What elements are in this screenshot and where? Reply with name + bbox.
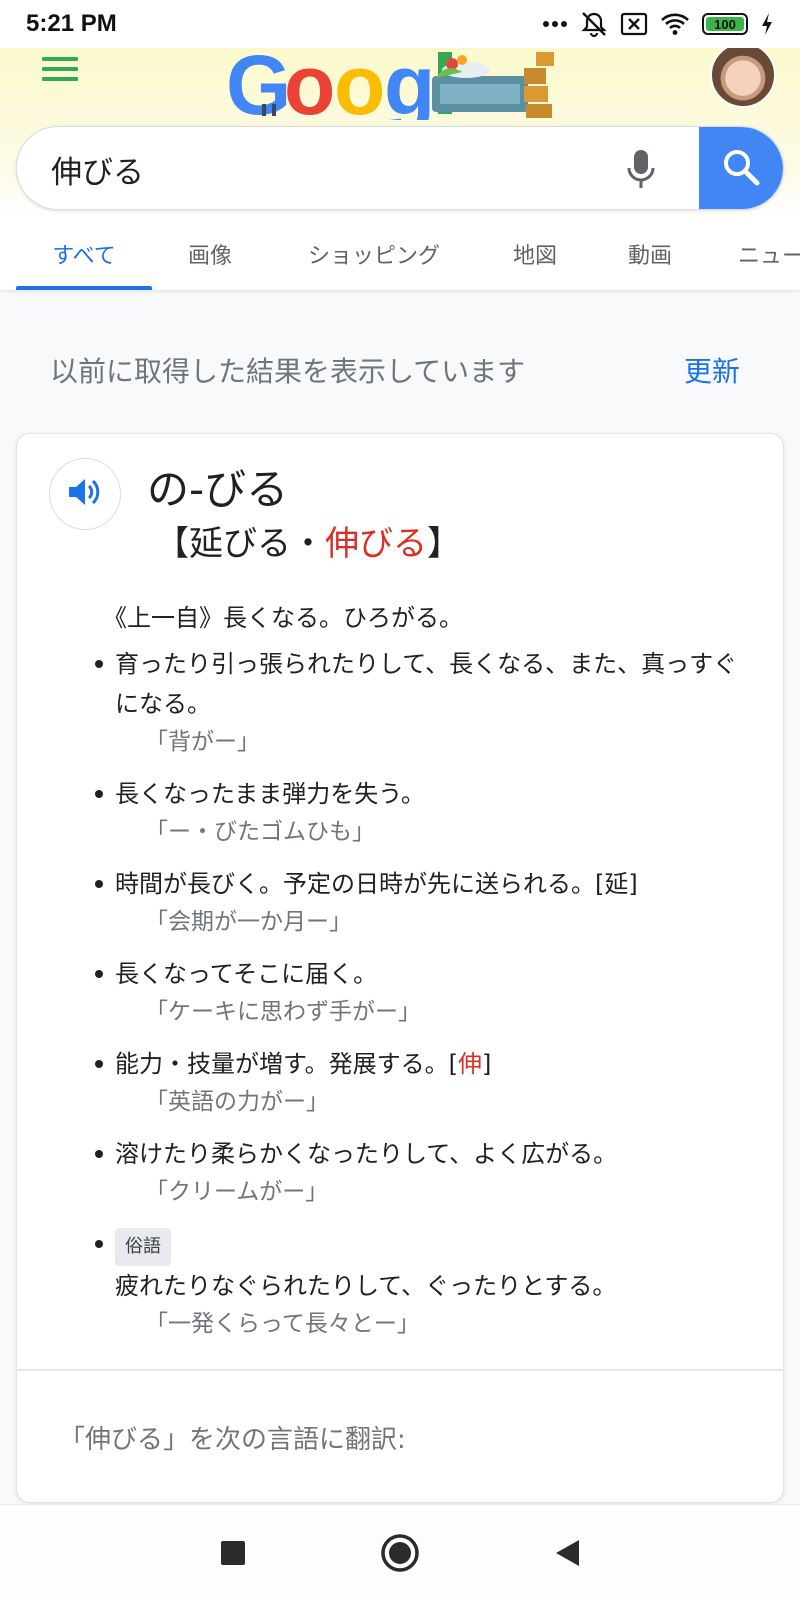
bell-off-icon [580, 10, 608, 38]
back-triangle-icon[interactable] [537, 1523, 597, 1583]
tab-images[interactable]: 画像 [160, 218, 260, 290]
svg-text:o: o [334, 48, 385, 120]
battery-level: 100 [706, 17, 744, 32]
part-of-speech: 《上一自》長くなる。ひろがる。 [103, 604, 463, 632]
hamburger-menu-icon[interactable] [40, 54, 80, 84]
avatar[interactable] [710, 42, 776, 108]
slang-badge: 俗語 [115, 1228, 171, 1266]
notice-text: 以前に取得した結果を表示しています [50, 355, 526, 388]
ref-bracket-open: [ [448, 1050, 458, 1078]
definition-example: 「一発くらって長々とー」 [145, 1311, 420, 1337]
kanji-variant-1: 延びる [189, 524, 291, 564]
definition-item: 時間が長びく。予定の日時が先に送られる。[延] 「会期が一か月ー」 [93, 864, 753, 940]
dictionary-card: の-びる 【延びる・伸びる】 《上一自》長くなる。ひろがる。 育ったり引っ張られ… [16, 433, 784, 1503]
tab-all[interactable]: すべて [16, 218, 152, 290]
definition-item: 俗語 疲れたりなぐられたりして、ぐったりとする。 「一発くらって長々とー」 [93, 1224, 753, 1342]
kanji-variants: 【延びる・伸びる】 [155, 516, 461, 565]
kanji-reference: 伸 [457, 1050, 482, 1078]
cached-results-notice: 以前に取得した結果を表示しています 更新 [50, 340, 740, 400]
tab-news[interactable]: ニュース [738, 218, 800, 290]
navigation-bar [0, 1504, 800, 1600]
mic-icon[interactable] [617, 145, 665, 193]
tab-maps[interactable]: 地図 [490, 218, 580, 290]
pronunciation-button[interactable] [49, 458, 121, 530]
definition-text: 長くなってそこに届く。 [115, 960, 378, 988]
definition-example: 「英語の力がー」 [145, 1089, 329, 1115]
more-dots-icon [542, 20, 568, 28]
definition-item: 能力・技量が増す。発展する。[伸] 「英語の力がー」 [93, 1044, 753, 1120]
wifi-icon [660, 12, 690, 36]
tab-shopping[interactable]: ショッピング [284, 218, 464, 290]
definition-example: 「会期が一か月ー」 [145, 909, 352, 935]
definition-example: 「クリームがー」 [145, 1179, 329, 1205]
ref-bracket-close: ] [481, 1050, 492, 1078]
search-button[interactable] [699, 127, 783, 209]
home-circle-icon[interactable] [370, 1523, 430, 1583]
definition-badge-row: 俗語 [115, 1224, 753, 1266]
google-doodle-logo[interactable]: G o o g [226, 38, 566, 132]
definition-example: 「ケーキに思わず手がー」 [145, 999, 421, 1025]
definition-text-wrap: 時間が長びく。予定の日時が先に送られる。[延] [115, 864, 753, 904]
definition-text-wrap: 能力・技量が増す。発展する。[伸] [115, 1044, 753, 1084]
definition-example: 「ー・びたゴムひも」 [145, 819, 375, 845]
definition-text: 長くなったまま弾力を失う。 [115, 780, 425, 808]
recents-square-icon[interactable] [203, 1523, 263, 1583]
svg-text:G: G [226, 48, 291, 120]
definition-list: 育ったり引っ張られたりして、長くなる、また、真っすぐになる。 「背がー」 長くな… [93, 644, 753, 1356]
definition-item: 長くなってそこに届く。 「ケーキに思わず手がー」 [93, 954, 753, 1030]
kanji-reference: [延] [595, 870, 638, 898]
definition-text: 時間が長びく。予定の日時が先に送られる。 [115, 870, 595, 898]
variant-separator: ・ [291, 524, 325, 564]
bracket-close: 】 [427, 524, 461, 564]
search-box [16, 126, 784, 210]
definition-text: 育ったり引っ張られたりして、長くなる、また、真っすぐになる。 [115, 650, 738, 718]
search-tabs: すべて 画像 ショッピング 地図 動画 ニュース [0, 218, 800, 290]
search-icon [722, 148, 760, 190]
translate-heading: 「伸びる」を次の言語に翻訳: [59, 1425, 406, 1455]
bracket-open: 【 [155, 524, 189, 564]
charging-bolt-icon [760, 12, 774, 36]
search-input[interactable] [51, 127, 611, 209]
status-time: 5:21 PM [26, 10, 117, 37]
refresh-link[interactable]: 更新 [684, 350, 740, 390]
definition-item: 溶けたり柔らかくなったりして、よく広がる。 「クリームがー」 [93, 1134, 753, 1210]
tab-videos[interactable]: 動画 [602, 218, 698, 290]
battery-icon: 100 [702, 13, 748, 35]
definition-text: 能力・技量が増す。発展する。 [115, 1050, 449, 1078]
status-icons: 100 [542, 10, 774, 38]
definition-item: 長くなったまま弾力を失う。 「ー・びたゴムひも」 [93, 774, 753, 850]
divider [17, 1369, 783, 1371]
definition-item: 育ったり引っ張られたりして、長くなる、また、真っすぐになる。 「背がー」 [93, 644, 753, 760]
headword: の-びる [147, 465, 289, 514]
definition-example: 「背がー」 [145, 729, 260, 755]
definition-text: 溶けたり柔らかくなったりして、よく広がる。 [115, 1140, 618, 1168]
svg-text:o: o [284, 48, 335, 120]
speaker-icon [67, 476, 103, 512]
kanji-variant-2: 伸びる [325, 524, 427, 564]
status-bar: 5:21 PM 100 [0, 0, 800, 48]
definition-text: 疲れたりなぐられたりして、ぐったりとする。 [115, 1272, 617, 1300]
sim-x-icon [620, 12, 648, 36]
svg-text:g: g [384, 48, 435, 120]
